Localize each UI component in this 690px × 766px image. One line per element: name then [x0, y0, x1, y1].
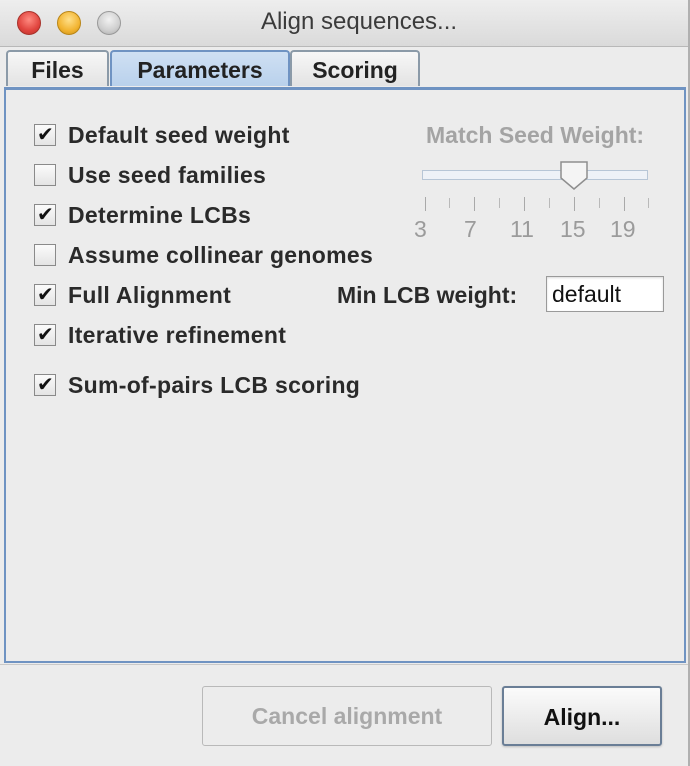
slider-tick-label: 11	[510, 216, 534, 242]
min-lcb-weight-input[interactable]	[546, 276, 664, 312]
option-label: Default seed weight	[68, 121, 290, 148]
checkbox[interactable]	[34, 164, 56, 186]
slider-tick	[574, 197, 575, 211]
slider-tick	[425, 197, 426, 211]
slider-tick	[624, 197, 625, 211]
match-seed-weight-slider[interactable]	[422, 170, 648, 180]
align-sequences-dialog: Align sequences... Files Parameters Scor…	[0, 0, 690, 766]
checkmark-icon: ✔	[37, 324, 54, 346]
title-bar[interactable]: Align sequences...	[0, 0, 688, 47]
option-iterative-refinement[interactable]: ✔ Iterative refinement	[34, 321, 286, 349]
checkbox[interactable]: ✔	[34, 324, 56, 346]
slider-tick-label: 3	[414, 216, 427, 242]
checkbox[interactable]: ✔	[34, 124, 56, 146]
slider-tick-label: 7	[464, 216, 477, 242]
checkmark-icon: ✔	[37, 204, 54, 226]
cancel-alignment-button[interactable]: Cancel alignment	[202, 686, 492, 746]
match-seed-weight-label: Match Seed Weight:	[426, 122, 645, 148]
checkbox[interactable]: ✔	[34, 204, 56, 226]
checkmark-icon: ✔	[37, 124, 54, 146]
min-lcb-weight-label: Min LCB weight:	[337, 282, 518, 308]
align-button[interactable]: Align...	[502, 686, 662, 746]
option-assume-collinear-genomes[interactable]: Assume collinear genomes	[34, 241, 373, 269]
checkmark-icon: ✔	[37, 374, 54, 396]
tab-parameters[interactable]: Parameters	[110, 50, 290, 86]
option-determine-lcbs[interactable]: ✔ Determine LCBs	[34, 201, 251, 229]
option-label: Full Alignment	[68, 281, 232, 308]
divider	[0, 664, 688, 665]
option-label: Sum-of-pairs LCB scoring	[68, 371, 361, 398]
option-full-alignment[interactable]: ✔ Full Alignment	[34, 281, 231, 309]
slider-tick	[524, 197, 525, 211]
option-default-seed-weight[interactable]: ✔ Default seed weight	[34, 121, 290, 149]
slider-tick	[648, 198, 649, 208]
slider-tick	[499, 198, 500, 208]
tab-files[interactable]: Files	[6, 50, 109, 86]
checkbox[interactable]: ✔	[34, 374, 56, 396]
slider-tick	[599, 198, 600, 208]
checkmark-icon: ✔	[37, 284, 54, 306]
tab-scoring[interactable]: Scoring	[290, 50, 420, 86]
option-use-seed-families[interactable]: Use seed families	[34, 161, 266, 189]
option-label: Assume collinear genomes	[68, 241, 374, 268]
option-sum-of-pairs-lcb-scoring[interactable]: ✔ Sum-of-pairs LCB scoring	[34, 371, 360, 399]
slider-tick-label: 19	[610, 216, 636, 242]
window-title: Align sequences...	[260, 8, 458, 35]
slider-tick	[474, 197, 475, 211]
checkbox[interactable]: ✔	[34, 284, 56, 306]
option-label: Determine LCBs	[68, 201, 252, 228]
slider-thumb[interactable]	[559, 160, 589, 190]
option-label: Use seed families	[68, 161, 267, 188]
checkbox[interactable]	[34, 244, 56, 266]
slider-tick	[449, 198, 450, 208]
slider-tick	[549, 198, 550, 208]
slider-tick-label: 15	[560, 216, 586, 242]
option-label: Iterative refinement	[68, 321, 287, 348]
